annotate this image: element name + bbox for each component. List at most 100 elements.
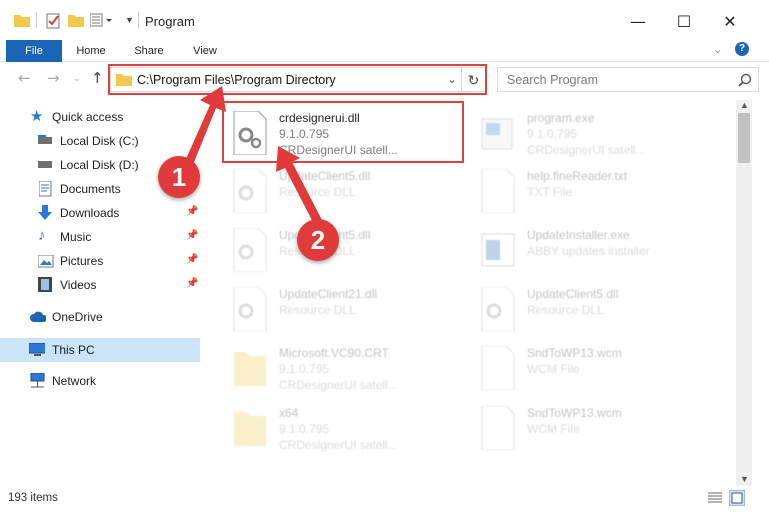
- text-file-icon: [481, 169, 515, 213]
- exe-icon: [481, 118, 513, 150]
- blank-file-icon: [481, 406, 515, 450]
- file-description: CRDesignerUI satell...: [279, 378, 398, 392]
- file-name: UpdateClient21.dll: [279, 287, 378, 301]
- tab-view[interactable]: View: [180, 40, 230, 62]
- item-count: 193 items: [8, 492, 58, 504]
- properties-icon[interactable]: [46, 13, 62, 29]
- sidebar-item-downloads[interactable]: Downloads 📌: [0, 202, 200, 224]
- file-type: TXT File: [527, 185, 573, 199]
- search-input[interactable]: Search Program: [507, 73, 598, 87]
- file-type: Resource DLL: [279, 303, 356, 317]
- file-version: 9.1.0.795: [279, 127, 330, 141]
- pin-icon[interactable]: 📌: [186, 278, 198, 289]
- sidebar-item-videos[interactable]: Videos 📌: [0, 274, 200, 296]
- file-description: CRDesignerUI satell...: [279, 143, 398, 157]
- file-name: crdesignerui.dll: [279, 111, 360, 125]
- file-item[interactable]: UpdateClient21.dll Resource DLL: [226, 281, 466, 337]
- pin-icon[interactable]: 📌: [186, 230, 198, 241]
- scrollbar-thumb[interactable]: [738, 113, 750, 163]
- dll-gear-icon: [233, 169, 267, 213]
- sidebar-item-quick-access[interactable]: ★ Quick access: [0, 106, 200, 128]
- large-icons-view-icon[interactable]: [729, 490, 745, 506]
- callout-badge-1: 1: [158, 156, 200, 198]
- file-name: help.fineReader.txt: [527, 169, 628, 183]
- folder-icon: [234, 412, 266, 446]
- back-arrow-icon[interactable]: ←: [18, 69, 31, 87]
- separator: [138, 12, 139, 28]
- pin-icon[interactable]: 📌: [186, 254, 198, 265]
- file-item[interactable]: program.exe 9.1.0.795 CRDesignerUI satel…: [474, 105, 714, 161]
- file-item[interactable]: help.fineReader.txt TXT File: [474, 163, 714, 219]
- ribbon-tabs: File Home Share View ⌄ ?: [0, 40, 769, 62]
- star-icon: ★: [30, 108, 44, 125]
- scroll-up-icon[interactable]: ▲: [740, 100, 749, 110]
- drive-icon: [38, 161, 52, 168]
- blank-file-icon: [481, 346, 515, 390]
- cloud-icon: [30, 311, 46, 322]
- callout-badge-2: 2: [297, 219, 339, 261]
- sidebar-item-this-pc[interactable]: This PC: [0, 338, 200, 362]
- file-description: CRDesignerUI satell...: [279, 438, 398, 452]
- file-name: SndToWP13.wcm: [527, 406, 622, 420]
- file-type: ABBY updates installer: [527, 244, 650, 258]
- installer-icon: [481, 233, 515, 267]
- file-version: 9.1.0.795: [279, 422, 330, 436]
- file-type: WCM File: [527, 362, 580, 376]
- computer-icon: [29, 343, 45, 356]
- folder-icon: [234, 352, 266, 386]
- file-item[interactable]: SndToWP13.wcm WCM File: [474, 400, 714, 456]
- file-item[interactable]: UpdateClient5.dll Resource DLL: [226, 222, 466, 278]
- sidebar-item-pictures[interactable]: Pictures 📌: [0, 250, 200, 272]
- network-icon: [30, 373, 45, 388]
- tab-file[interactable]: File: [6, 40, 62, 62]
- file-name: x64: [279, 406, 299, 420]
- file-name: UpdateClient5.dll: [527, 287, 619, 301]
- file-list: crdesignerui.dll 9.1.0.795 CRDesignerUI …: [220, 100, 736, 486]
- file-type: Resource DLL: [279, 185, 356, 199]
- file-type: WCM File: [527, 422, 580, 436]
- title-bar: ▼ Program — ☐ ✕: [0, 0, 769, 40]
- customize-toolbar-icon[interactable]: [90, 13, 112, 27]
- tab-share[interactable]: Share: [124, 40, 174, 62]
- chevron-down-icon[interactable]: ⌄: [713, 43, 722, 56]
- maximize-button[interactable]: ☐: [662, 6, 706, 36]
- close-button[interactable]: ✕: [708, 6, 752, 36]
- file-name: SndToWP13.wcm: [527, 346, 622, 360]
- tab-home[interactable]: Home: [66, 40, 116, 62]
- search-icon[interactable]: [738, 73, 752, 87]
- pin-icon[interactable]: 📌: [186, 206, 198, 217]
- details-view-icon[interactable]: [708, 492, 722, 504]
- dll-gear-icon: [481, 287, 515, 331]
- file-name: program.exe: [527, 111, 595, 125]
- scroll-down-icon[interactable]: ▼: [740, 474, 749, 484]
- forward-arrow-icon[interactable]: →: [47, 69, 60, 87]
- minimize-button[interactable]: —: [616, 6, 660, 36]
- pictures-icon: [38, 255, 54, 268]
- help-icon[interactable]: ?: [735, 42, 749, 56]
- sidebar-item-music[interactable]: ♪ Music 📌: [0, 226, 200, 248]
- file-description: CRDesignerUI satell...: [527, 143, 646, 157]
- search-box[interactable]: Search Program: [497, 67, 759, 92]
- documents-icon: [39, 181, 52, 197]
- chevron-down-icon[interactable]: ⌄: [73, 74, 81, 84]
- folder-item[interactable]: Microsoft.VC90.CRT 9.1.0.795 CRDesignerU…: [226, 340, 466, 396]
- chevron-down-icon[interactable]: ▼: [125, 15, 134, 25]
- dll-gear-icon: [233, 287, 267, 331]
- file-name: UpdateClient5.dll: [279, 169, 371, 183]
- file-item-crdesignerui-dll[interactable]: crdesignerui.dll 9.1.0.795 CRDesignerUI …: [222, 101, 464, 163]
- up-arrow-icon[interactable]: ↑: [91, 69, 104, 87]
- file-item[interactable]: UpdateClient5.dll Resource DLL: [474, 281, 714, 337]
- videos-icon: [38, 277, 52, 292]
- file-item[interactable]: SndToWP13.wcm WCM File: [474, 340, 714, 396]
- sidebar-item-network[interactable]: Network: [0, 370, 200, 392]
- folder-item[interactable]: x64 9.1.0.795 CRDesignerUI satell...: [226, 400, 466, 456]
- file-version: 9.1.0.795: [527, 127, 578, 141]
- sidebar-item-onedrive[interactable]: OneDrive: [0, 306, 200, 328]
- file-item[interactable]: UpdateInstaller.exe ABBY updates install…: [474, 222, 714, 278]
- file-item[interactable]: UpdateClient5.dll Resource DLL: [226, 163, 466, 219]
- new-folder-icon[interactable]: [68, 13, 84, 27]
- folder-icon: [14, 15, 30, 27]
- sidebar-item-local-disk-c[interactable]: Local Disk (C:): [0, 130, 200, 152]
- file-type: Resource DLL: [527, 303, 604, 317]
- drive-icon: [38, 135, 52, 144]
